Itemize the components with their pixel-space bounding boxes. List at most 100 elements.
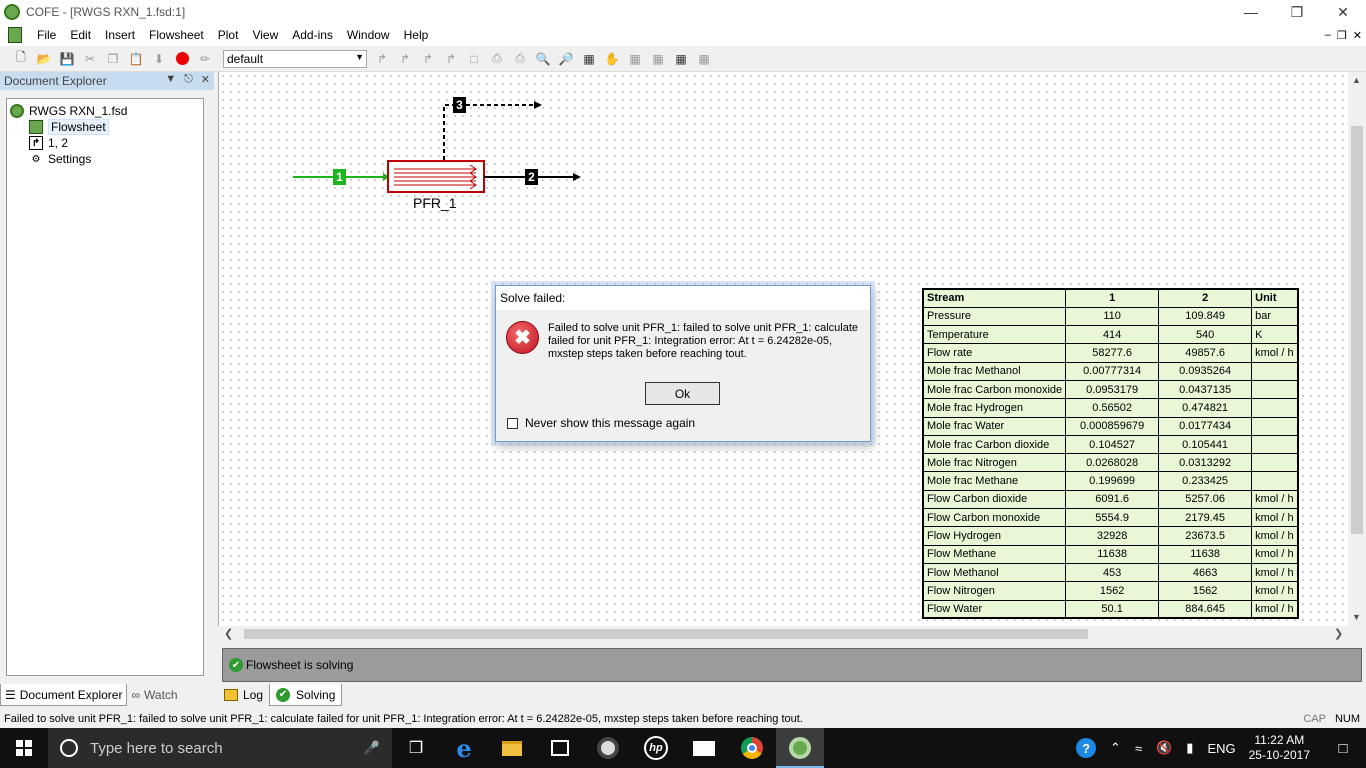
property-icon-2[interactable]: ▦	[649, 50, 667, 68]
cofe-taskbar-icon[interactable]	[776, 728, 824, 768]
stream-tool-icon[interactable]: ↱	[373, 50, 391, 68]
stream-table-row[interactable]: Mole frac Methane 0.199699 0.233425	[922, 471, 1299, 491]
menu-add-ins[interactable]: Add-ins	[285, 24, 340, 46]
mdi-close-button[interactable]: ✕	[1353, 29, 1362, 42]
horizontal-scrollbar[interactable]: ❮ ❯	[218, 626, 1348, 642]
horizontal-scroll-thumb[interactable]	[244, 629, 1088, 639]
print-preview-icon[interactable]: ⎙	[511, 50, 529, 68]
print-icon[interactable]: ⎙	[488, 50, 506, 68]
menu-flowsheet[interactable]: Flowsheet	[142, 24, 211, 46]
menu-plot[interactable]: Plot	[211, 24, 246, 46]
notification-icon[interactable]: □	[1320, 728, 1366, 768]
panel-menu-icon[interactable]: ▼	[165, 73, 176, 86]
new-file-icon[interactable]: 🗋	[12, 50, 30, 68]
tree-item-flowsheet[interactable]: Flowsheet	[29, 119, 109, 135]
taskbar-search[interactable]: Type here to search 🎤	[48, 728, 392, 768]
paste-icon[interactable]: 📋	[127, 50, 145, 68]
scroll-right-icon[interactable]: ❯	[1334, 627, 1343, 640]
store-icon[interactable]	[536, 728, 584, 768]
scroll-down-icon[interactable]: ▼	[1352, 612, 1361, 622]
stream-table-row[interactable]: Flow Methanol 453 4663 kmol / h	[922, 562, 1299, 583]
chevron-up-icon[interactable]: ⌃	[1110, 740, 1121, 756]
scroll-up-icon[interactable]: ▲	[1352, 75, 1361, 85]
menu-edit[interactable]: Edit	[63, 24, 98, 46]
stream-table-row[interactable]: Flow Nitrogen 1562 1562 kmol / h	[922, 581, 1299, 601]
document-icon[interactable]	[8, 27, 22, 43]
vertical-scrollbar[interactable]: ▲ ▼	[1348, 72, 1366, 626]
stream-table-row[interactable]: Temperature 414 540 K	[922, 325, 1299, 345]
vertical-scroll-thumb[interactable]	[1351, 126, 1363, 534]
stop-icon[interactable]	[173, 50, 191, 68]
task-view-icon[interactable]: ❒	[392, 728, 440, 768]
tab-solving[interactable]: ✔ Solving	[269, 684, 343, 706]
stream-box-tool-icon[interactable]: □	[465, 50, 483, 68]
stream-split-tool-icon[interactable]: ↱	[419, 50, 437, 68]
stream-table-row[interactable]: Mole frac Hydrogen 0.56502 0.474821	[922, 398, 1299, 418]
mail-icon[interactable]	[680, 728, 728, 768]
mdi-restore-button[interactable]: ❐	[1337, 29, 1347, 42]
file-explorer-icon[interactable]	[488, 728, 536, 768]
menu-view[interactable]: View	[245, 24, 285, 46]
down-arrow-icon[interactable]: ⬇	[150, 50, 168, 68]
stream-2-label[interactable]: 2	[525, 169, 538, 185]
help-icon[interactable]: ?	[1076, 738, 1097, 758]
panel-close-icon[interactable]: ✕	[201, 73, 210, 86]
save-icon[interactable]: 💾	[58, 50, 76, 68]
camera-app-icon[interactable]	[584, 728, 632, 768]
zoom-in-icon[interactable]: 🔍	[534, 50, 552, 68]
stream-table-row[interactable]: Pressure 110 109.849 bar	[922, 306, 1299, 327]
mdi-minimize-button[interactable]: –	[1325, 29, 1331, 41]
stream-3-label[interactable]: 3	[453, 97, 466, 113]
menu-file[interactable]: File	[30, 24, 63, 46]
language-indicator[interactable]: ENG	[1207, 741, 1235, 756]
volume-icon[interactable]: 🔇	[1156, 740, 1172, 756]
eraser-icon[interactable]: ✏	[196, 50, 214, 68]
tree-item-settings[interactable]: ⚙ Settings	[29, 151, 92, 167]
pin-icon[interactable]: ⎋	[184, 73, 193, 86]
stream-dashed-tool-icon[interactable]: ↱	[396, 50, 414, 68]
scroll-left-icon[interactable]: ❮	[224, 627, 233, 640]
close-button[interactable]: ✕	[1320, 0, 1366, 24]
stream-table-row[interactable]: Mole frac Methanol 0.00777314 0.0935264	[922, 361, 1299, 381]
chrome-icon[interactable]	[728, 728, 776, 768]
open-folder-icon[interactable]: 📂	[35, 50, 53, 68]
stream-merge-tool-icon[interactable]: ↱	[442, 50, 460, 68]
copy-icon[interactable]: ❐	[104, 50, 122, 68]
stream-table-row[interactable]: Mole frac Carbon monoxide 0.0953179 0.0437…	[922, 379, 1299, 400]
menu-window[interactable]: Window	[340, 24, 397, 46]
menu-insert[interactable]: Insert	[98, 24, 142, 46]
battery-icon[interactable]: ▮	[1186, 740, 1193, 756]
property-icon-1[interactable]: ▦	[626, 50, 644, 68]
property-icon-4[interactable]: ▦	[695, 50, 713, 68]
cut-icon[interactable]: ✂	[81, 50, 99, 68]
never-show-checkbox-row[interactable]: Never show this message again	[507, 416, 695, 430]
ok-button[interactable]: Ok	[645, 382, 720, 405]
stream-table-row[interactable]: Flow rate 58277.6 49857.6 kmol / h	[922, 343, 1299, 363]
microphone-icon[interactable]: 🎤	[364, 740, 380, 756]
minimize-button[interactable]: —	[1228, 0, 1274, 24]
stream-table[interactable]: Stream 1 2 Unit Pressure 110 109.849 bar Tempera…	[922, 288, 1299, 620]
tree-item-streams[interactable]: ↱ 1, 2	[29, 135, 68, 151]
menu-help[interactable]: Help	[397, 24, 436, 46]
tab-document-explorer[interactable]: ☰ Document Explorer	[0, 684, 128, 706]
stream-table-row[interactable]: Mole frac Carbon dioxide 0.104527 0.105441	[922, 434, 1299, 455]
stream-table-row[interactable]: Mole frac Water 0.000859679 0.0177434	[922, 416, 1299, 436]
tab-watch[interactable]: ∞ Watch	[127, 684, 181, 706]
tree-item-root[interactable]: RWGS RXN_1.fsd	[10, 103, 127, 119]
start-button[interactable]	[0, 728, 48, 768]
clock[interactable]: 11:22 AM 25-10-2017	[1249, 733, 1310, 763]
tab-log[interactable]: Log	[218, 684, 269, 706]
stream-table-row[interactable]: Mole frac Nitrogen 0.0268028 0.0313292	[922, 453, 1299, 473]
edge-icon[interactable]: e	[440, 728, 488, 768]
property-icon-3[interactable]: ▦	[672, 50, 690, 68]
restore-button[interactable]: ❐	[1274, 0, 1320, 24]
zoom-out-icon[interactable]: 🔎	[557, 50, 575, 68]
stream-table-row[interactable]: Flow Carbon monoxide 5554.9 2179.45 kmol / …	[922, 508, 1299, 528]
stream-table-row[interactable]: Flow Hydrogen 32928 23673.5 kmol / h	[922, 526, 1299, 546]
configuration-select[interactable]: default ▼	[223, 49, 367, 68]
zoom-fit-icon[interactable]: ▦	[580, 50, 598, 68]
stream-table-row[interactable]: Flow Methane 11638 11638 kmol / h	[922, 544, 1299, 564]
wifi-icon[interactable]: ≈	[1135, 741, 1142, 756]
stream-table-row[interactable]: Flow Carbon dioxide 6091.6 5257.06 kmol / h	[922, 489, 1299, 510]
pan-hand-icon[interactable]: ✋	[603, 50, 621, 68]
